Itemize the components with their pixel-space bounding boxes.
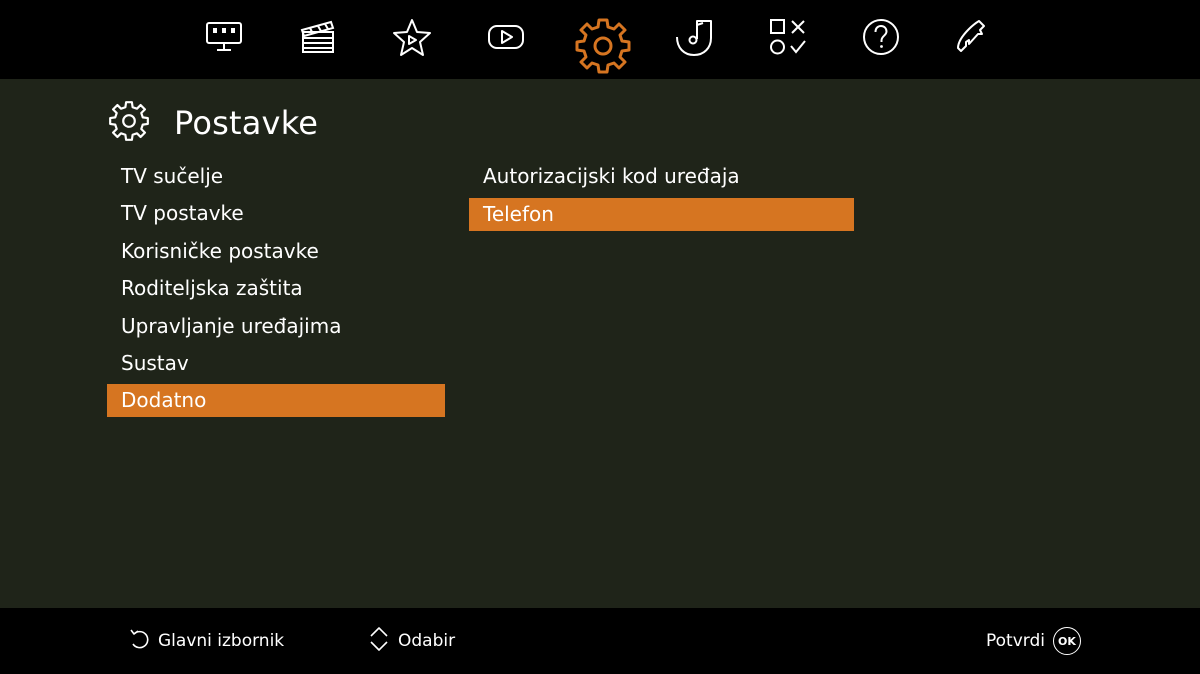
- submenu-item-autorizacijski-kod[interactable]: Autorizacijski kod uređaja: [469, 160, 854, 193]
- up-down-arrows-icon: [368, 626, 390, 657]
- submenu-item-telefon[interactable]: Telefon: [469, 198, 854, 231]
- clapperboard-icon[interactable]: [288, 17, 348, 77]
- menu-item-korisnicke-postavke[interactable]: Korisničke postavke: [107, 235, 445, 268]
- menu-item-upravljanje-uredajima[interactable]: Upravljanje uređajima: [107, 310, 445, 343]
- menu-item-sustav[interactable]: Sustav: [107, 347, 445, 380]
- select-hint: Odabir: [368, 626, 455, 656]
- gear-icon: [108, 100, 150, 146]
- back-label: Glavni izbornik: [158, 631, 285, 651]
- youtube-play-icon[interactable]: [476, 17, 536, 77]
- footer-bar: Glavni izbornik Odabir Potvrdi OK: [0, 608, 1200, 674]
- tv-guide-icon[interactable]: [194, 17, 254, 77]
- back-arrow-icon: [128, 628, 150, 655]
- help-icon[interactable]: [851, 17, 911, 77]
- top-navigation-bar: [0, 0, 1200, 79]
- back-button[interactable]: Glavni izbornik: [128, 626, 284, 656]
- games-icon[interactable]: [758, 17, 818, 77]
- music-note-icon[interactable]: [664, 17, 724, 77]
- gear-icon[interactable]: [573, 17, 633, 77]
- menu-item-roditeljska-zastita[interactable]: Roditeljska zaštita: [107, 272, 445, 305]
- confirm-label: Potvrdi: [986, 631, 1045, 651]
- ok-button-icon: OK: [1052, 627, 1081, 655]
- menu-item-dodatno[interactable]: Dodatno: [107, 384, 445, 417]
- star-play-icon[interactable]: [382, 17, 442, 77]
- menu-item-tv-sucelje[interactable]: TV sučelje: [107, 160, 445, 193]
- page-title: Postavke: [174, 104, 319, 142]
- page-header: Postavke: [108, 100, 318, 146]
- confirm-button[interactable]: Potvrdi OK: [986, 626, 1081, 656]
- phone-icon[interactable]: [945, 17, 1005, 77]
- menu-item-tv-postavke[interactable]: TV postavke: [107, 197, 445, 230]
- select-label: Odabir: [398, 631, 456, 651]
